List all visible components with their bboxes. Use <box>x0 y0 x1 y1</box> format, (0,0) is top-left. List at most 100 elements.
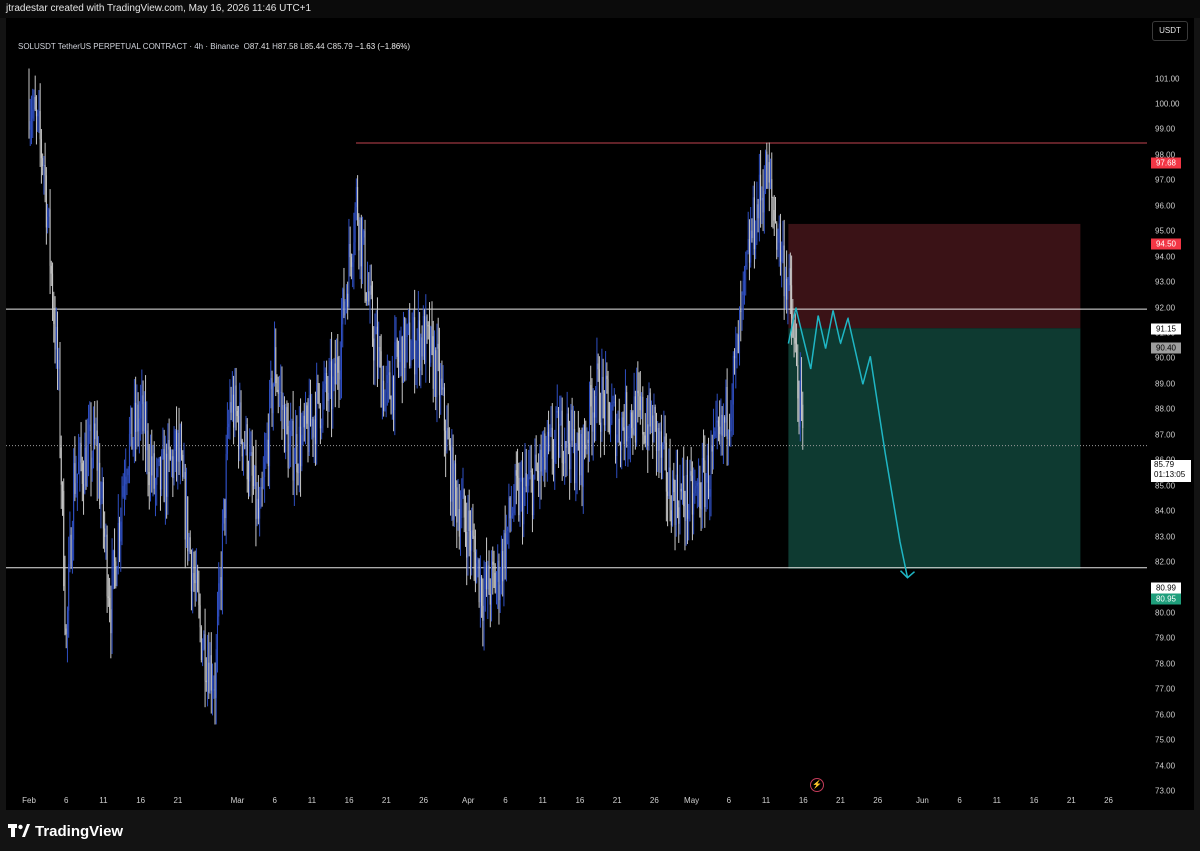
candle-body <box>219 577 221 584</box>
candle-body <box>216 616 218 650</box>
candle-body <box>396 339 398 357</box>
candle-body <box>507 526 509 532</box>
candle-body <box>510 515 512 519</box>
candle-body <box>305 405 307 428</box>
candle-body <box>471 530 473 551</box>
change-value: −1.63 (−1.86%) <box>354 42 411 51</box>
candle-body <box>185 496 187 540</box>
candle-body <box>66 610 68 635</box>
candle-body <box>553 458 555 463</box>
candle-body <box>791 285 793 318</box>
candle-body <box>784 278 786 297</box>
candle-body <box>743 266 745 281</box>
candle-body <box>517 475 519 478</box>
time-tick-label: 16 <box>136 796 146 805</box>
candle-body <box>220 577 222 591</box>
candle-body <box>699 482 701 509</box>
candle-body <box>274 347 276 384</box>
candle-body <box>607 379 609 403</box>
price-tick-label: 76.00 <box>1155 710 1176 720</box>
candle-body <box>627 437 629 442</box>
candle-body <box>140 404 142 419</box>
candle-body <box>195 569 197 584</box>
candle-body <box>234 385 236 428</box>
candle-body <box>410 359 412 366</box>
candle-body <box>770 179 772 183</box>
candle-body <box>133 402 135 440</box>
candle-body <box>260 487 262 508</box>
candle-body <box>247 479 249 482</box>
candle-body <box>239 402 241 450</box>
candle-body <box>499 584 501 601</box>
candle-body <box>595 396 597 418</box>
candle-body <box>652 415 654 443</box>
candle-body <box>278 392 280 394</box>
candle-body <box>32 109 34 119</box>
candle-body <box>53 307 55 324</box>
time-tick-label: Apr <box>462 796 475 805</box>
candle-body <box>126 474 128 477</box>
candle-body <box>576 433 578 472</box>
time-tick-label: 11 <box>538 796 547 805</box>
candle-body <box>200 627 202 660</box>
candle-body <box>646 424 648 444</box>
candle-body <box>761 197 763 201</box>
candle-body <box>460 517 462 537</box>
candle-body <box>322 388 324 426</box>
candle-body <box>447 427 449 440</box>
candle-body <box>730 417 732 432</box>
candle-body <box>158 457 160 463</box>
candle-body <box>629 412 631 437</box>
currency-button[interactable]: USDT <box>1152 21 1188 41</box>
candle-body <box>55 326 57 350</box>
candle-body <box>249 452 251 482</box>
candle-body <box>329 361 331 371</box>
candle-body <box>319 404 321 429</box>
price-tick-label: 82.00 <box>1155 557 1176 567</box>
candle-body <box>146 430 148 451</box>
candle-body <box>796 343 798 366</box>
candle-body <box>566 413 568 448</box>
candle-body <box>503 533 505 582</box>
candle-body <box>736 334 738 350</box>
candle-body <box>395 339 397 343</box>
candle-body <box>241 440 243 457</box>
candle-body <box>362 237 364 267</box>
candle-body <box>390 398 392 414</box>
lightning-icon[interactable]: ⚡ <box>810 778 824 792</box>
price-axis[interactable]: 101.00 100.00 99.00 98.00 97.00 96.00 95.00 94.… <box>1147 18 1194 821</box>
price-tick-label: 73.00 <box>1155 786 1176 796</box>
take-profit-zone <box>788 328 1081 569</box>
candle-body <box>105 534 107 537</box>
candle-body <box>464 517 466 532</box>
snapshot-footer <box>0 812 1200 851</box>
price-tick-label: 101.00 <box>1155 74 1180 83</box>
candle-body <box>569 443 571 470</box>
candle-body <box>344 301 346 316</box>
candle-body <box>95 430 97 440</box>
candle-body <box>73 463 75 540</box>
chart-pane[interactable]: SOLUSDT TetherUS PERPETUAL CONTRACT · 4h… <box>6 18 1147 810</box>
candle-body <box>430 326 432 363</box>
candle-body <box>798 398 800 427</box>
candle-body <box>135 402 137 432</box>
candle-body <box>280 391 282 393</box>
candle-body <box>393 376 395 411</box>
candle-body <box>597 363 599 370</box>
candle-body <box>333 363 335 377</box>
candle-body <box>161 454 163 490</box>
price-chart[interactable] <box>6 18 1147 790</box>
candle-body <box>96 430 98 471</box>
symbol-name: SOLUSDT <box>18 42 56 51</box>
candle-body <box>245 424 247 447</box>
price-tick-label: 79.00 <box>1155 633 1176 643</box>
candle-body <box>164 453 166 502</box>
candle-body <box>326 372 328 393</box>
symbol-legend: SOLUSDT TetherUS PERPETUAL CONTRACT · 4h… <box>18 42 411 51</box>
candle-body <box>291 420 293 431</box>
candle-body <box>712 436 714 452</box>
time-axis[interactable]: Feb 6 11 16 21 Mar 6 11 16 21 26 Apr 6 11 16 21 26 May 6 11… <box>6 790 1147 810</box>
candle-body <box>509 497 511 519</box>
upper-line-price-badge: 91.15 <box>1151 323 1181 335</box>
candle-body <box>588 385 590 443</box>
